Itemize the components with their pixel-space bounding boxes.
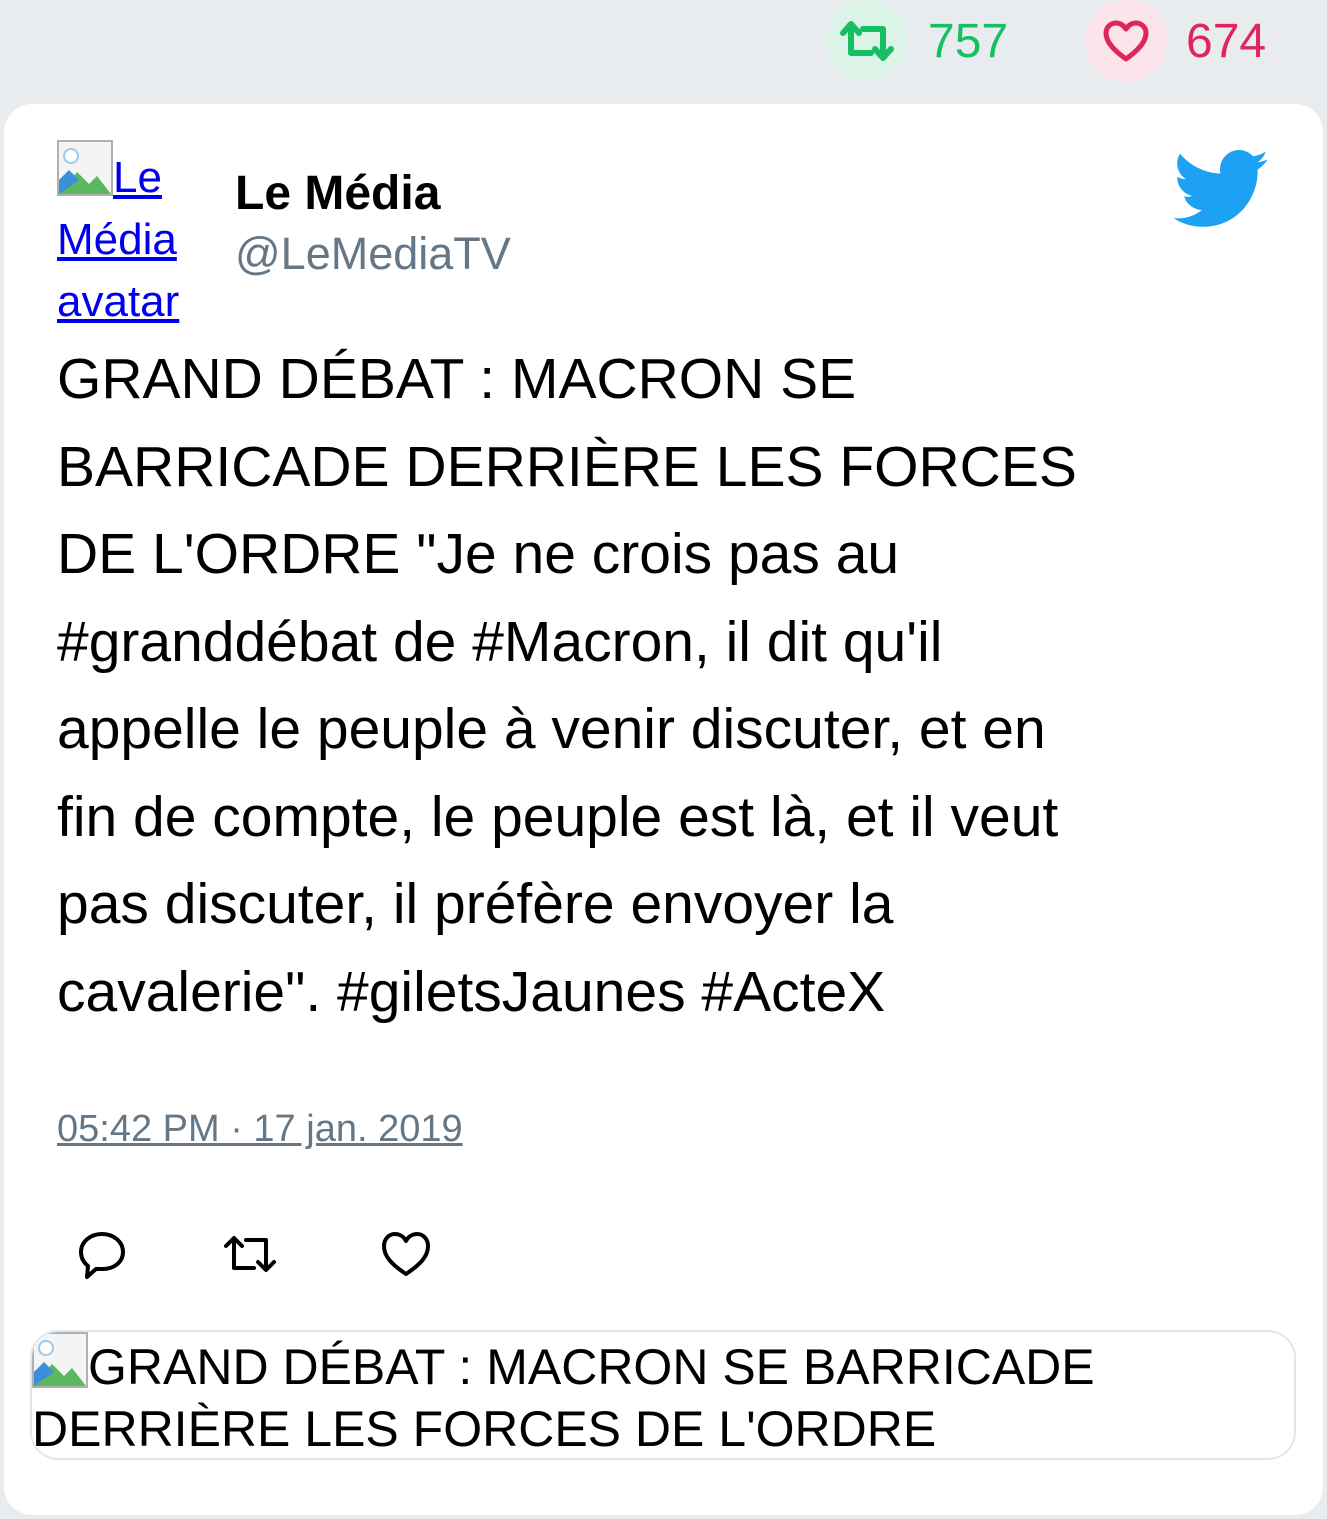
heart-icon: [1103, 20, 1149, 62]
top-stats-bar: 757 674: [0, 0, 1327, 100]
avatar[interactable]: Le Média avatar: [57, 140, 217, 333]
twitter-bird-icon[interactable]: [1174, 150, 1270, 228]
heart-icon: [382, 1232, 430, 1276]
link-preview-card[interactable]: GRAND DÉBAT : MACRON SE BARRICADE DERRIÈ…: [30, 1330, 1296, 1460]
retweet-icon: [224, 1236, 276, 1272]
reply-button[interactable]: [72, 1224, 132, 1284]
like-count-button[interactable]: [1085, 0, 1167, 82]
author-handle[interactable]: @LeMediaTV: [235, 226, 511, 282]
link-preview-title-text: GRAND DÉBAT : MACRON SE BARRICADE DERRIÈ…: [32, 1339, 1095, 1457]
like-button[interactable]: [376, 1224, 436, 1284]
retweet-button[interactable]: [220, 1224, 280, 1284]
tweet-card: Le Média avatar Le Média @LeMediaTV GRAN…: [4, 104, 1323, 1515]
like-count: 674: [1186, 15, 1267, 68]
link-preview-title: GRAND DÉBAT : MACRON SE BARRICADE DERRIÈ…: [32, 1332, 1272, 1458]
retweet-count-button[interactable]: [826, 0, 908, 82]
retweet-count: 757: [928, 15, 1009, 68]
reply-icon: [79, 1232, 125, 1279]
tweet-text: GRAND DÉBAT : MACRON SE BARRICADE DERRIÈ…: [57, 347, 1077, 1024]
broken-image-icon: [57, 140, 113, 196]
tweet-timestamp-link[interactable]: 05:42 PM · 17 jan. 2019: [57, 1104, 463, 1154]
retweet-icon: [840, 21, 894, 61]
author-name[interactable]: Le Média: [235, 166, 440, 222]
broken-image-icon: [32, 1332, 88, 1388]
